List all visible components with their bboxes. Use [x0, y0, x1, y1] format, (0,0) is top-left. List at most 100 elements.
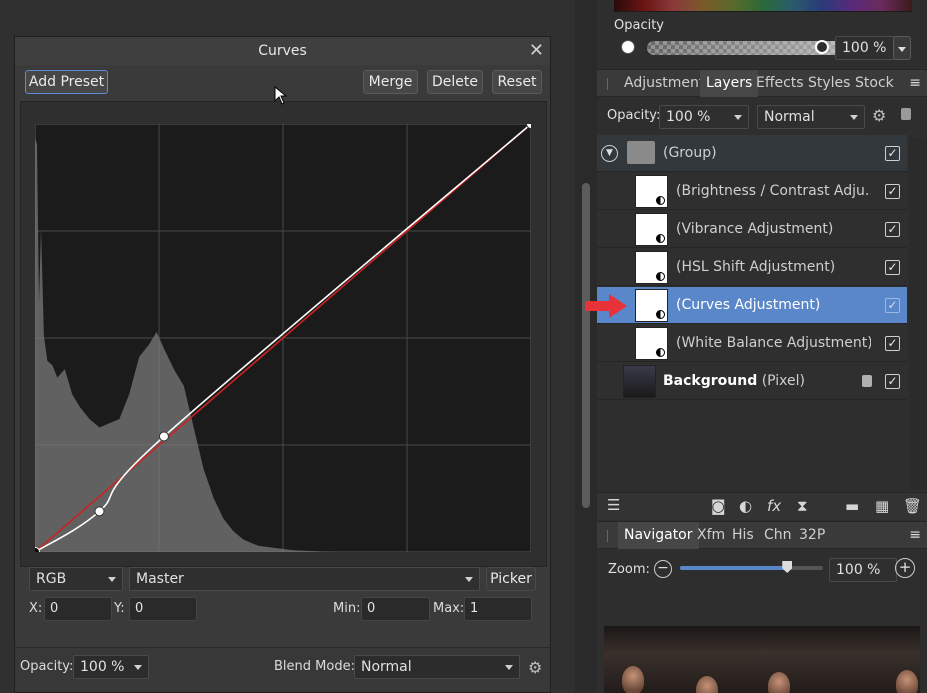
lock-icon[interactable] [901, 108, 911, 120]
curve-editor[interactable] [20, 101, 547, 567]
layer-row-hsl-shift[interactable]: (HSL Shift Adjustment) ✓ [597, 249, 907, 286]
zoom-field[interactable]: 100 % [829, 558, 897, 582]
color-opacity-field[interactable]: 100 % [835, 36, 895, 60]
layer-thumbnail [623, 365, 656, 398]
mouse-cursor-icon [274, 86, 288, 105]
layer-tools-bar: ☰ ◙ ◐ fx ⧗ ▬ ▦ 🗑 [597, 492, 927, 520]
adjustment-icon [656, 272, 665, 281]
add-preset-button[interactable]: Add Preset [25, 70, 108, 94]
gear-icon[interactable]: ⚙ [528, 658, 542, 677]
tab-32p[interactable]: 32P [793, 522, 831, 549]
layer-visibility-checkbox[interactable]: ✓ [885, 146, 900, 161]
opacity-slider-track[interactable] [647, 41, 842, 55]
tab-channels[interactable]: Chn [758, 522, 798, 549]
layer-row-vibrance[interactable]: (Vibrance Adjustment) ✓ [597, 211, 907, 248]
layer-row-brightness-contrast[interactable]: (Brightness / Contrast Adju... ✓ [597, 173, 907, 210]
layer-thumbnail [635, 289, 668, 322]
adjustment-icon[interactable]: ◐ [739, 497, 752, 515]
layers-stack-icon[interactable]: ☰ [607, 496, 620, 514]
zoom-in-icon[interactable]: + [895, 558, 915, 578]
layer-row-group[interactable]: ▼ (Group) ✓ [597, 135, 907, 172]
layer-visibility-checkbox[interactable]: ✓ [885, 374, 900, 389]
preview-figure [696, 676, 718, 693]
gear-icon[interactable]: ⚙ [872, 106, 886, 125]
trash-icon[interactable]: 🗑 [903, 497, 922, 515]
layer-row-background[interactable]: Background (Pixel) ✓ [597, 363, 907, 400]
mode-select[interactable]: Master [129, 567, 480, 591]
min-input[interactable]: 0 [361, 597, 430, 621]
layer-visibility-checkbox[interactable]: ✓ [885, 260, 900, 275]
curve-control-point[interactable] [94, 506, 105, 517]
pixel-layer-icon[interactable]: ▦ [875, 497, 889, 515]
live-filter-icon[interactable]: ⧗ [797, 497, 808, 515]
folder-icon[interactable]: ▬ [845, 497, 859, 515]
layer-row-white-balance[interactable]: (White Balance Adjustment) ✓ [597, 325, 907, 362]
zoom-slider-handle[interactable] [782, 561, 793, 573]
expand-toggle-icon[interactable]: ▼ [601, 145, 618, 162]
layer-visibility-checkbox[interactable]: ✓ [885, 184, 900, 199]
mode-value: Master [136, 571, 184, 587]
panel-menu-icon[interactable]: ≡ [909, 70, 921, 97]
layers-blend-select[interactable]: Normal [757, 105, 865, 129]
picker-button[interactable]: Picker [486, 567, 536, 591]
tab-stock[interactable]: Stock [849, 70, 900, 97]
preview-figure [768, 672, 790, 693]
layer-thumbnail [635, 213, 668, 246]
dialog-titlebar[interactable]: Curves ✕ [15, 37, 550, 65]
zoom-out-icon[interactable]: − [654, 560, 672, 578]
folder-icon [627, 141, 655, 164]
zoom-value: 100 % [836, 562, 881, 578]
color-opacity-dropdown[interactable] [893, 36, 911, 60]
preview-figure [896, 670, 918, 693]
close-icon[interactable]: ✕ [529, 37, 544, 65]
mask-icon[interactable]: ◙ [711, 497, 726, 515]
layer-visibility-checkbox[interactable]: ✓ [885, 336, 900, 351]
panel-menu-icon[interactable]: ≡ [909, 522, 921, 549]
layer-name: (Group) [663, 145, 717, 161]
color-spectrum[interactable] [614, 0, 912, 12]
layer-name: (Vibrance Adjustment) [676, 221, 834, 237]
zoom-slider[interactable] [680, 561, 823, 573]
fx-icon[interactable]: fx [767, 497, 781, 515]
color-opacity-label: Opacity [614, 18, 665, 33]
chevron-down-icon [465, 577, 473, 582]
layer-visibility-checkbox[interactable]: ✓ [885, 298, 900, 313]
x-input[interactable]: 0 [44, 597, 112, 621]
layer-name: (Brightness / Contrast Adju... [676, 183, 871, 199]
opacity-slider-handle[interactable] [815, 40, 829, 54]
x-label: X: [29, 601, 43, 616]
blend-mode-select[interactable]: Normal [354, 655, 520, 679]
lock-icon[interactable] [862, 375, 872, 387]
chevron-down-icon [134, 665, 142, 670]
tab-histogram[interactable]: His [726, 522, 760, 549]
layer-visibility-checkbox[interactable]: ✓ [885, 222, 900, 237]
layer-name: (HSL Shift Adjustment) [676, 259, 836, 275]
panel-scrollbar[interactable] [575, 0, 597, 693]
max-label: Max: [433, 601, 465, 616]
layer-row-curves[interactable]: (Curves Adjustment) ✓ [597, 287, 907, 324]
tab-adjustment[interactable]: Adjustment [618, 70, 710, 97]
curve-control-point[interactable] [158, 431, 169, 442]
delete-button[interactable]: Delete [427, 70, 483, 94]
reset-button[interactable]: Reset [492, 70, 542, 94]
tab-effects[interactable]: Effects [750, 70, 810, 97]
layers-opacity-select[interactable]: 100 % [659, 105, 749, 129]
red-arrow-icon [585, 294, 627, 318]
tab-navigator[interactable]: Navigator [618, 522, 699, 549]
min-label: Min: [333, 601, 361, 616]
chevron-down-icon [850, 115, 858, 120]
navigator-preview[interactable] [604, 626, 920, 693]
blend-mode-value: Normal [361, 659, 412, 675]
channel-select[interactable]: RGB [29, 567, 123, 591]
right-panel: Opacity 100 % Adjustment Layers Effects … [597, 0, 927, 693]
scrollbar-thumb[interactable] [582, 183, 590, 508]
adjustment-icon [656, 234, 665, 243]
merge-button[interactable]: Merge [363, 70, 418, 94]
layers-scrollbar[interactable] [909, 138, 927, 490]
max-input[interactable]: 1 [464, 597, 532, 621]
curve-graph[interactable] [35, 124, 531, 552]
opacity-select[interactable]: 100 % [73, 655, 149, 679]
y-input[interactable]: 0 [129, 597, 197, 621]
opacity-value: 100 % [80, 659, 125, 675]
opacity-min-swatch [621, 40, 635, 54]
